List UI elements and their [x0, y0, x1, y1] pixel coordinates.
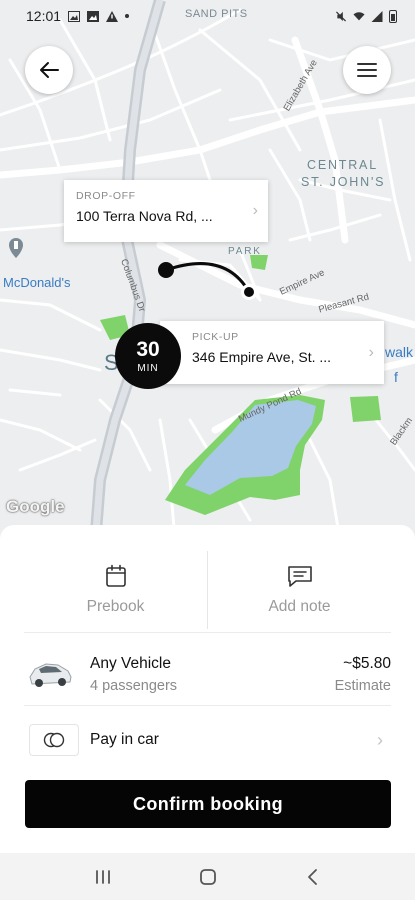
menu-button[interactable] [343, 46, 391, 94]
hamburger-menu-icon [357, 63, 377, 77]
pickup-card[interactable]: PICK-UP 346 Empire Ave, St. ... › [160, 321, 384, 384]
prebook-label: Prebook [86, 598, 145, 615]
system-nav-bar [0, 853, 415, 900]
vehicle-name: Any Vehicle [90, 654, 171, 672]
google-logo: Google [6, 497, 65, 516]
payment-method-row[interactable]: Pay in car › [24, 721, 391, 759]
payment-label: Pay in car [90, 731, 159, 748]
mute-icon [335, 10, 347, 22]
add-note-label: Add note [268, 598, 331, 615]
dropoff-kicker: DROP-OFF [76, 190, 136, 202]
eta-badge: 30 MIN [115, 323, 181, 389]
more-notifications-icon [125, 14, 130, 18]
prebook-button[interactable]: Prebook [24, 547, 207, 633]
price-note: Estimate [334, 677, 391, 694]
home-button[interactable] [188, 862, 228, 892]
chevron-right-icon: › [368, 343, 374, 361]
booking-actions: Prebook Add note [24, 547, 391, 633]
add-note-button[interactable]: Add note [208, 547, 391, 633]
status-bar: 12:01 [0, 0, 415, 32]
signal-icon [371, 10, 383, 22]
chevron-right-icon: › [252, 202, 258, 219]
map-view[interactable]: SAND PITS CENTRAL ST. JOHN'S PARK Elizab… [0, 0, 415, 545]
chevron-left-icon [307, 868, 317, 885]
map-label-walk: walk [385, 344, 414, 360]
warning-notification-icon [106, 10, 119, 22]
cash-icon [29, 724, 79, 756]
map-label-mcdonalds: McDonald's [3, 275, 71, 290]
wifi-icon [353, 11, 365, 20]
pickup-kicker: PICK-UP [192, 331, 239, 343]
system-back-button[interactable] [293, 862, 333, 892]
back-button[interactable] [25, 46, 73, 94]
image-notification-icon [87, 10, 100, 22]
confirm-booking-button[interactable]: Confirm booking [25, 780, 391, 828]
vehicle-passengers: 4 passengers [90, 677, 178, 694]
dropoff-address: 100 Terra Nova Rd, ... [76, 208, 213, 224]
map-label-st-johns: ST. JOHN'S [301, 175, 386, 189]
map-label-central: CENTRAL [307, 158, 378, 172]
recent-apps-icon [95, 869, 110, 884]
divider [24, 632, 391, 633]
calendar-icon [105, 564, 126, 587]
status-time: 12:01 [26, 8, 62, 24]
price-estimate: ~$5.80 [343, 654, 391, 672]
booking-sheet: Prebook Add note Any Vehicle 4 passenger… [0, 525, 415, 853]
eta-unit: MIN [137, 362, 159, 374]
pickup-address: 346 Empire Ave, St. ... [192, 349, 332, 365]
map-label-f: f [394, 369, 398, 385]
home-icon [199, 868, 216, 885]
divider [24, 705, 391, 706]
message-icon [287, 566, 312, 587]
vehicle-option[interactable]: Any Vehicle 4 passengers ~$5.80 Estimate [24, 643, 391, 705]
battery-icon [389, 9, 397, 23]
chevron-right-icon: › [377, 729, 383, 750]
photo-notification-icon [68, 10, 81, 22]
dropoff-card[interactable]: DROP-OFF 100 Terra Nova Rd, ... › [64, 180, 268, 242]
recent-apps-button[interactable] [83, 862, 123, 892]
eta-value: 30 [136, 337, 160, 361]
car-icon [24, 654, 76, 694]
arrow-left-icon [40, 62, 59, 78]
map-label-park: PARK [228, 246, 262, 257]
